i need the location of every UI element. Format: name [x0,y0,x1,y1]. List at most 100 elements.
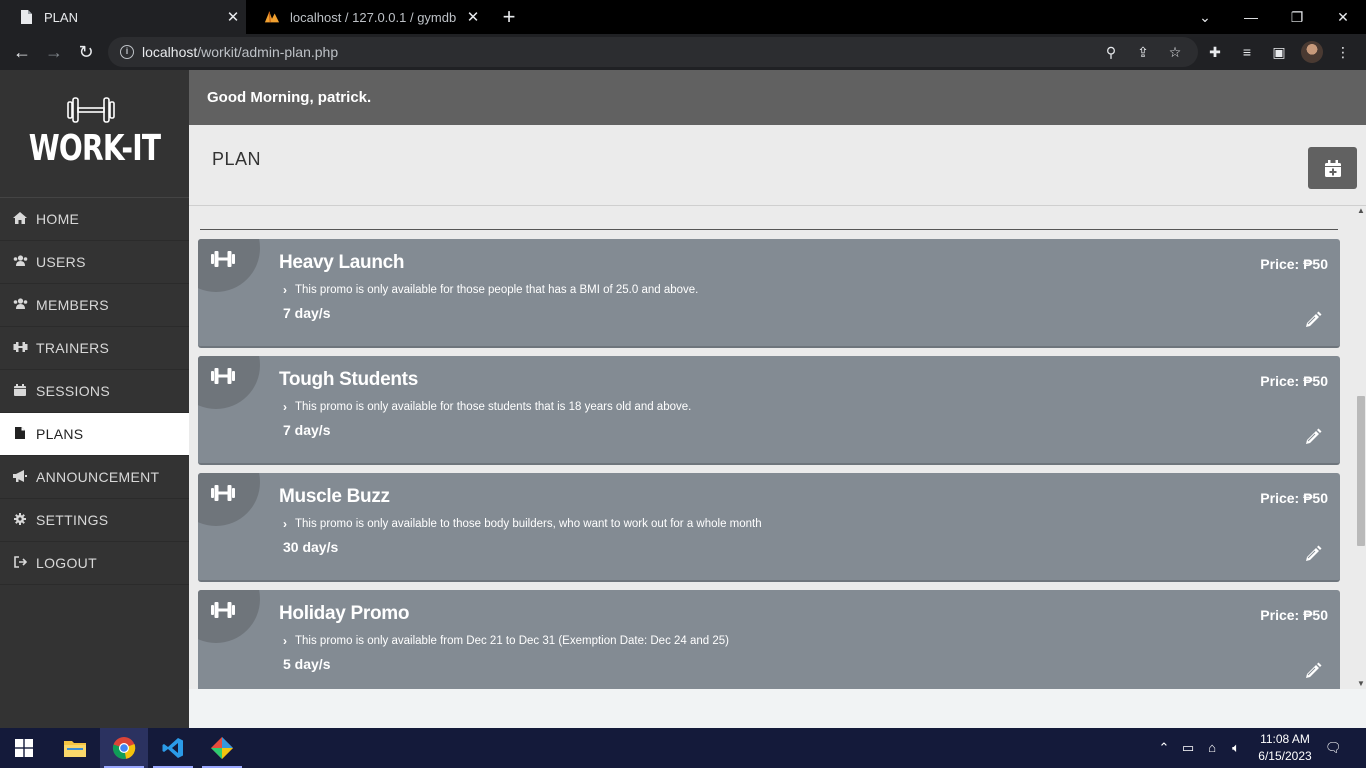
battery-icon[interactable]: ▭ [1180,740,1196,756]
edit-pencil-icon[interactable] [1304,662,1322,680]
plan-name: Muscle Buzz [279,486,390,507]
edit-pencil-icon[interactable] [1304,428,1322,446]
plan-description: › This promo is only available to those b… [283,517,762,531]
plan-card: Heavy Launch › This promo is only availabl… [198,239,1340,348]
sidebar-item-settings[interactable]: SETTINGS [0,499,189,542]
close-tab-icon[interactable]: ✕ [460,8,486,26]
close-window-button[interactable]: ✕ [1320,0,1366,34]
scroll-up-arrow[interactable]: ▲ [1356,206,1366,216]
chrome-icon [112,737,136,759]
add-plan-button[interactable] [1308,147,1357,189]
edit-pencil-icon[interactable] [1304,545,1322,563]
folder-icon [64,741,86,757]
url-text: localhost/workit/admin-plan.php [142,44,339,60]
members-icon [13,298,28,312]
scroll-down-arrow[interactable]: ▼ [1356,679,1366,689]
clock-date: 6/15/2023 [1258,749,1312,763]
plan-duration: 30 day/s [283,539,339,555]
sidebar: WORK-IT HOME USERS MEMBERS TRAINERS SESS… [0,70,189,728]
sidebar-item-plans[interactable]: PLANS [0,413,189,456]
logout-icon [13,555,27,571]
sidebar-item-announcement[interactable]: ANNOUNCEMENT [0,456,189,499]
start-button[interactable] [0,728,48,768]
app-root: WORK-IT HOME USERS MEMBERS TRAINERS SESS… [0,70,1366,728]
plans-list: Heavy Launch › This promo is only availabl… [189,206,1355,689]
chevron-right-icon: › [283,517,287,531]
plan-price: Price: ₱50 [1260,373,1328,389]
reload-button[interactable]: ↻ [74,40,98,64]
tab-title: PLAN [44,9,78,25]
sidebar-item-trainers[interactable]: TRAINERS [0,327,189,370]
edit-pencil-icon[interactable] [1304,311,1322,329]
brand-name: WORK-IT [28,128,161,169]
users-icon [13,255,28,269]
plan-name: Tough Students [279,369,418,390]
plan-name: Holiday Promo [279,603,410,624]
zoom-icon[interactable]: ⚲ [1102,43,1120,61]
vscode-button[interactable] [149,728,197,768]
dumbbell-logo-icon [67,97,115,123]
side-panel-icon[interactable]: ▣ [1270,43,1288,61]
brand-logo: WORK-IT [0,70,189,198]
sidebar-item-label: MEMBERS [36,297,109,313]
home-icon [13,211,27,227]
system-clock[interactable]: 11:08 AM 6/15/2023 [1256,731,1314,765]
chevron-right-icon: › [283,283,287,297]
extensions-icon[interactable]: ✚ [1206,43,1224,61]
plan-description-text: This promo is only available for those s… [295,401,692,413]
close-tab-icon[interactable]: ✕ [220,8,246,26]
sidebar-item-label: SETTINGS [36,512,109,528]
plan-duration: 7 day/s [283,305,331,321]
share-icon[interactable]: ⇪ [1134,43,1152,61]
site-info-icon[interactable]: i [120,45,134,59]
git-kraken-button[interactable] [198,728,246,768]
diamond-app-icon [211,737,233,759]
sidebar-item-home[interactable]: HOME [0,198,189,241]
tab-search-icon[interactable]: ⌄ [1182,0,1228,34]
scrollbar[interactable]: ▲ ▼ [1355,206,1366,689]
back-button[interactable]: ← [10,40,34,64]
sidebar-item-users[interactable]: USERS [0,241,189,284]
profile-avatar[interactable] [1301,41,1323,63]
sidebar-item-sessions[interactable]: SESSIONS [0,370,189,413]
address-bar[interactable]: i localhost/workit/admin-plan.php [108,37,1198,67]
sidebar-nav: HOME USERS MEMBERS TRAINERS SESSIONS PLA… [0,198,189,585]
plan-card: Holiday Promo › This promo is only availab… [198,590,1340,689]
calendar-plus-icon [1324,159,1341,177]
restore-button[interactable]: ❐ [1274,0,1320,34]
plan-card: Muscle Buzz › This promo is only available… [198,473,1340,582]
clock-time: 11:08 AM [1260,732,1310,746]
scrollbar-thumb[interactable] [1357,396,1365,546]
windows-logo-icon [15,739,33,757]
media-control-icon[interactable]: ≡ [1238,43,1256,61]
plan-description: › This promo is only available for those … [283,283,698,297]
notifications-icon[interactable]: 🗨︎ [1325,740,1342,756]
volume-icon[interactable]: 🔈︎ [1228,740,1244,756]
chrome-button[interactable] [100,728,148,768]
browser-toolbar: ← → ↻ i localhost/workit/admin-plan.php … [0,34,1366,70]
forward-button[interactable]: → [42,40,66,64]
plan-description-text: This promo is only available for those p… [295,284,699,296]
greeting-text: Good Morning, patrick. [207,89,372,106]
tray-overflow-icon[interactable]: ⌃ [1156,740,1172,756]
plan-price: Price: ₱50 [1260,607,1328,623]
minimize-button[interactable]: — [1228,0,1274,34]
network-icon[interactable]: ⌂ [1204,740,1220,756]
menu-kebab-icon[interactable]: ⋮ [1334,43,1352,61]
browser-tab-bar: PLAN ✕ localhost / 127.0.0.1 / gymdb / p… [0,0,1366,34]
calendar-icon [13,383,27,399]
file-explorer-button[interactable] [51,728,99,768]
tab-plan[interactable]: PLAN ✕ [0,0,246,34]
divider [200,229,1338,230]
dumbbell-icon [13,341,28,355]
bookmark-star-icon[interactable]: ☆ [1166,43,1184,61]
windows-taskbar: ⌃ ▭ ⌂ 🔈︎ 11:08 AM 6/15/2023 🗨︎ [0,728,1366,768]
tab-phpmyadmin[interactable]: localhost / 127.0.0.1 / gymdb / pl ✕ [246,0,486,34]
new-tab-button[interactable]: + [496,4,522,30]
sidebar-item-members[interactable]: MEMBERS [0,284,189,327]
plan-description-text: This promo is only available from Dec 21… [295,635,730,647]
plan-duration: 7 day/s [283,422,331,438]
plan-description-text: This promo is only available to those bo… [295,518,762,530]
sidebar-item-logout[interactable]: LOGOUT [0,542,189,585]
phpmyadmin-icon [264,9,280,25]
